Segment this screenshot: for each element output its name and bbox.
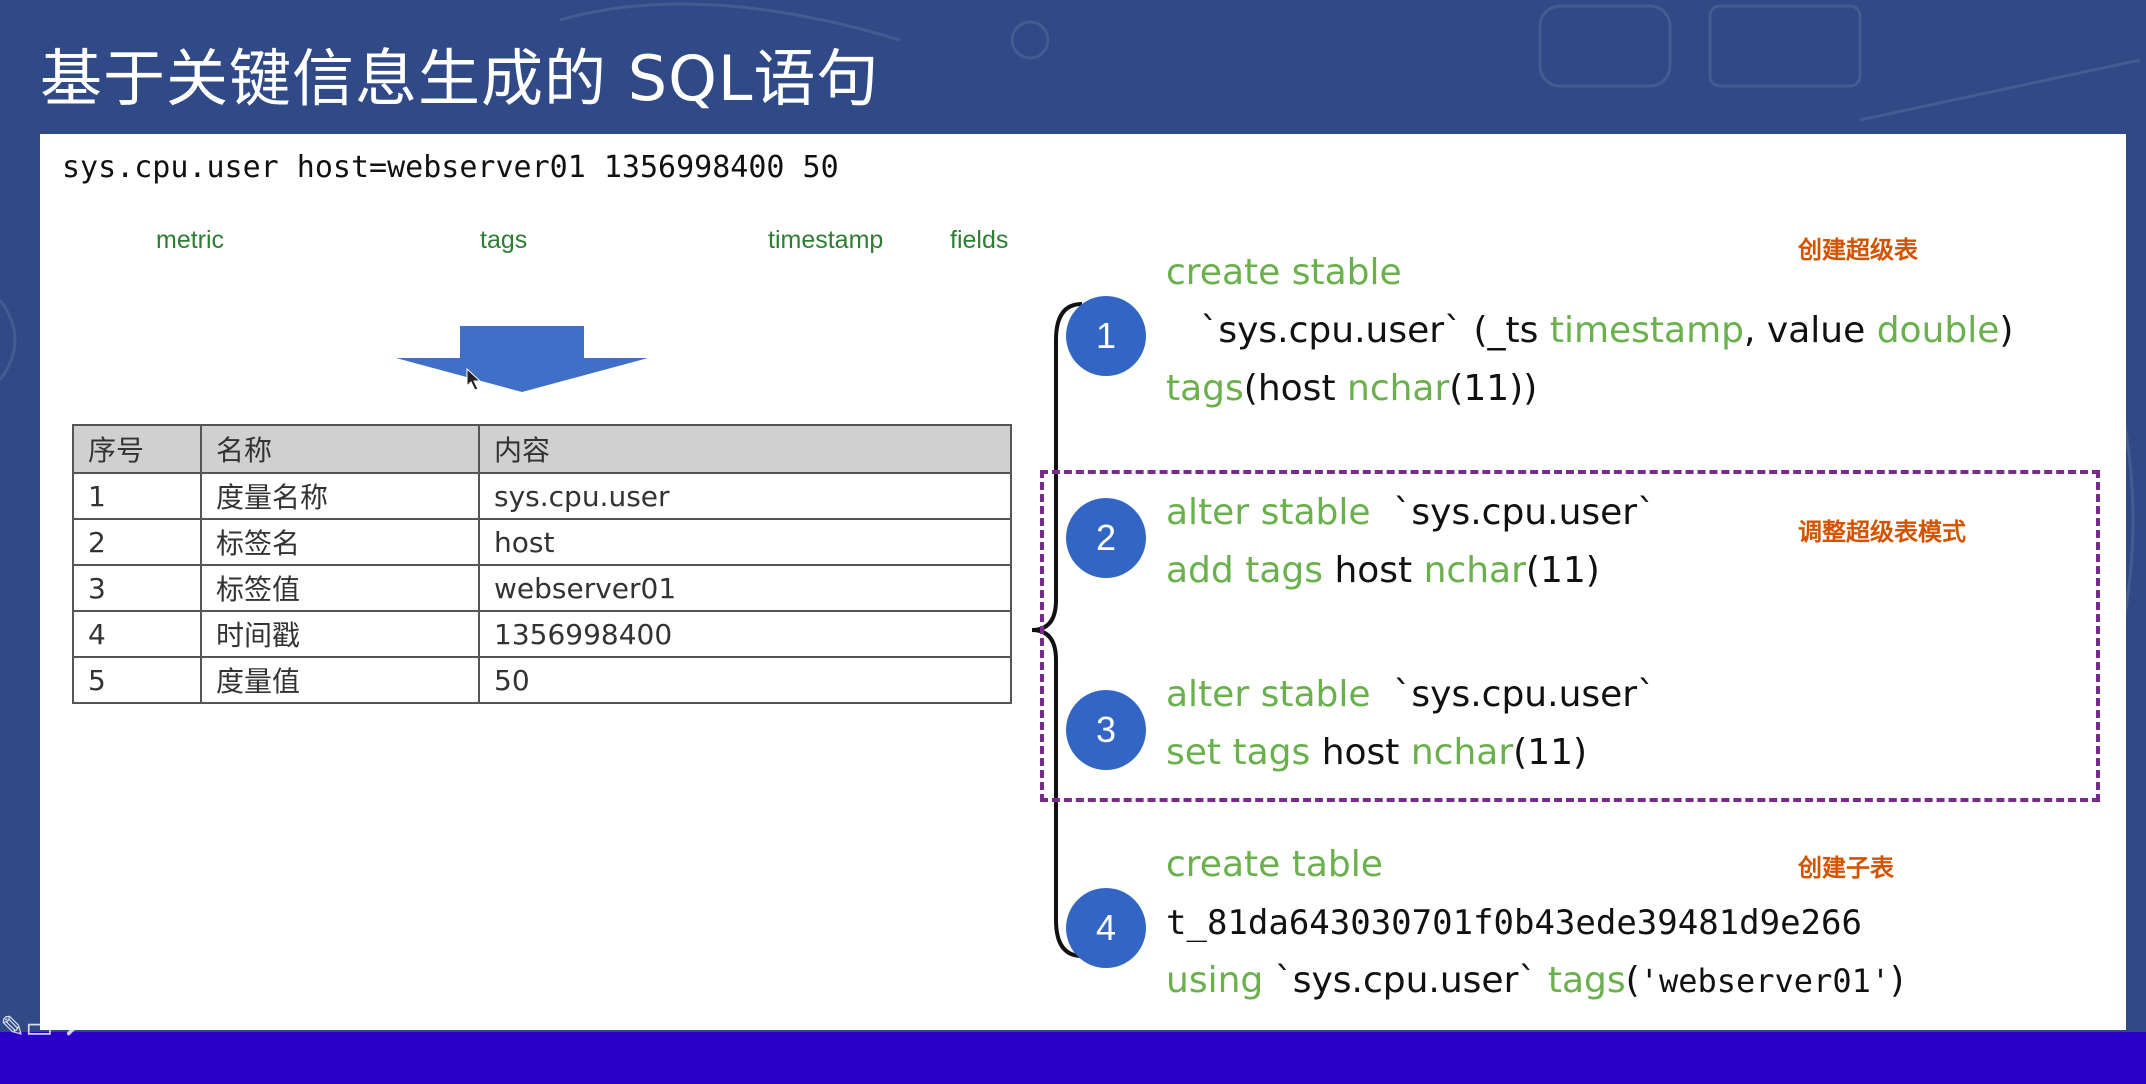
cell-content: 1356998400 bbox=[478, 610, 1012, 658]
sql-text: (11)) bbox=[1449, 368, 1538, 409]
sql-keyword: double bbox=[1876, 310, 2000, 351]
cell-content: 50 bbox=[478, 656, 1012, 704]
sql-text: `sys.cpu.user` bbox=[1263, 960, 1548, 1001]
sql-keyword: add tags bbox=[1166, 550, 1323, 591]
label-timestamp: timestamp bbox=[768, 226, 884, 254]
cell-index: 4 bbox=[72, 610, 202, 658]
sql-keyword: create stable bbox=[1166, 252, 1402, 293]
step-4-sql: create table t_81da643030701f0b43ede3948… bbox=[1166, 836, 1904, 1010]
cell-index: 1 bbox=[72, 472, 202, 520]
cell-name: 标签名 bbox=[200, 518, 480, 566]
sql-keyword: nchar bbox=[1423, 550, 1526, 591]
header-content: 内容 bbox=[478, 424, 1012, 474]
cell-index: 2 bbox=[72, 518, 202, 566]
screen-icon[interactable]: ▭ bbox=[25, 1010, 53, 1045]
bottom-bar bbox=[0, 1032, 2146, 1084]
cell-name: 度量名称 bbox=[200, 472, 480, 520]
cell-content: host bbox=[478, 518, 1012, 566]
table-row: 5 度量值 50 bbox=[72, 656, 1012, 704]
sql-keyword: tags bbox=[1166, 368, 1244, 409]
step-3-badge: 3 bbox=[1066, 690, 1146, 770]
cell-content: sys.cpu.user bbox=[478, 472, 1012, 520]
label-fields: fields bbox=[950, 226, 1009, 254]
next-arrow-icon[interactable]: ➜ bbox=[54, 1010, 79, 1045]
cell-name: 度量值 bbox=[200, 656, 480, 704]
cell-content: webserver01 bbox=[478, 564, 1012, 612]
sql-text: (11) bbox=[1513, 732, 1588, 773]
sql-text: ) bbox=[1890, 960, 1905, 1001]
child-table-name: t_81da643030701f0b43ede39481d9e266 bbox=[1166, 903, 1862, 943]
sql-keyword: tags bbox=[1547, 960, 1626, 1001]
cell-index: 5 bbox=[72, 656, 202, 704]
down-arrow-icon bbox=[396, 326, 648, 392]
header-index: 序号 bbox=[72, 424, 202, 474]
cell-name: 标签值 bbox=[200, 564, 480, 612]
cell-index: 3 bbox=[72, 564, 202, 612]
slide-title: 基于关键信息生成的 SQL语句 bbox=[40, 42, 880, 115]
step-2-sql: alter stable `sys.cpu.user` add tags hos… bbox=[1166, 484, 1655, 600]
sql-keyword: using bbox=[1166, 960, 1264, 1001]
sql-text: (host bbox=[1243, 368, 1347, 409]
pen-icon[interactable]: ✎ bbox=[0, 1010, 25, 1045]
cell-name: 时间戳 bbox=[200, 610, 480, 658]
sql-keyword: alter stable bbox=[1166, 674, 1371, 715]
sql-keyword: nchar bbox=[1347, 368, 1450, 409]
label-tags: tags bbox=[480, 226, 528, 254]
sql-string: 'webserver01' bbox=[1639, 962, 1891, 1000]
step-3-sql: alter stable `sys.cpu.user` set tags hos… bbox=[1166, 666, 1655, 782]
header-name: 名称 bbox=[200, 424, 480, 474]
player-controls: ✎▭➜ bbox=[0, 1010, 79, 1045]
step-2-badge: 2 bbox=[1066, 498, 1146, 578]
step-1-sql: create stable `sys.cpu.user` (_ts timest… bbox=[1166, 244, 2013, 418]
label-metric: metric bbox=[156, 226, 225, 254]
sql-text: `sys.cpu.user` bbox=[1370, 492, 1656, 533]
table-row: 4 时间戳 1356998400 bbox=[72, 610, 1012, 658]
sql-keyword: alter stable bbox=[1166, 492, 1371, 533]
raw-data-line: sys.cpu.user host=webserver01 1356998400… bbox=[62, 150, 839, 185]
sql-text: , value bbox=[1744, 310, 1877, 351]
sql-keyword: nchar bbox=[1410, 732, 1514, 773]
table-row: 1 度量名称 sys.cpu.user bbox=[72, 472, 1012, 520]
info-table: 序号 名称 内容 1 度量名称 sys.cpu.user 2 标签名 host … bbox=[72, 424, 1012, 704]
sql-text: `sys.cpu.user` bbox=[1370, 674, 1656, 715]
sql-text: (11) bbox=[1525, 550, 1600, 591]
mouse-cursor-icon bbox=[466, 368, 482, 391]
step-4-badge: 4 bbox=[1066, 888, 1146, 968]
table-row: 2 标签名 host bbox=[72, 518, 1012, 566]
sql-text: ( bbox=[1625, 960, 1640, 1001]
sql-keyword: set tags bbox=[1166, 732, 1311, 773]
table-header-row: 序号 名称 内容 bbox=[72, 424, 1012, 474]
sql-text: host bbox=[1323, 550, 1424, 591]
sql-text: `sys.cpu.user` (_ts bbox=[1200, 310, 1550, 351]
step-1-badge: 1 bbox=[1066, 296, 1146, 376]
sql-text: host bbox=[1310, 732, 1411, 773]
sql-keyword: create table bbox=[1166, 844, 1383, 885]
sql-text: ) bbox=[1999, 310, 2014, 351]
step-2-note: 调整超级表模式 bbox=[1798, 518, 1966, 546]
sql-keyword: timestamp bbox=[1549, 310, 1745, 351]
table-row: 3 标签值 webserver01 bbox=[72, 564, 1012, 612]
